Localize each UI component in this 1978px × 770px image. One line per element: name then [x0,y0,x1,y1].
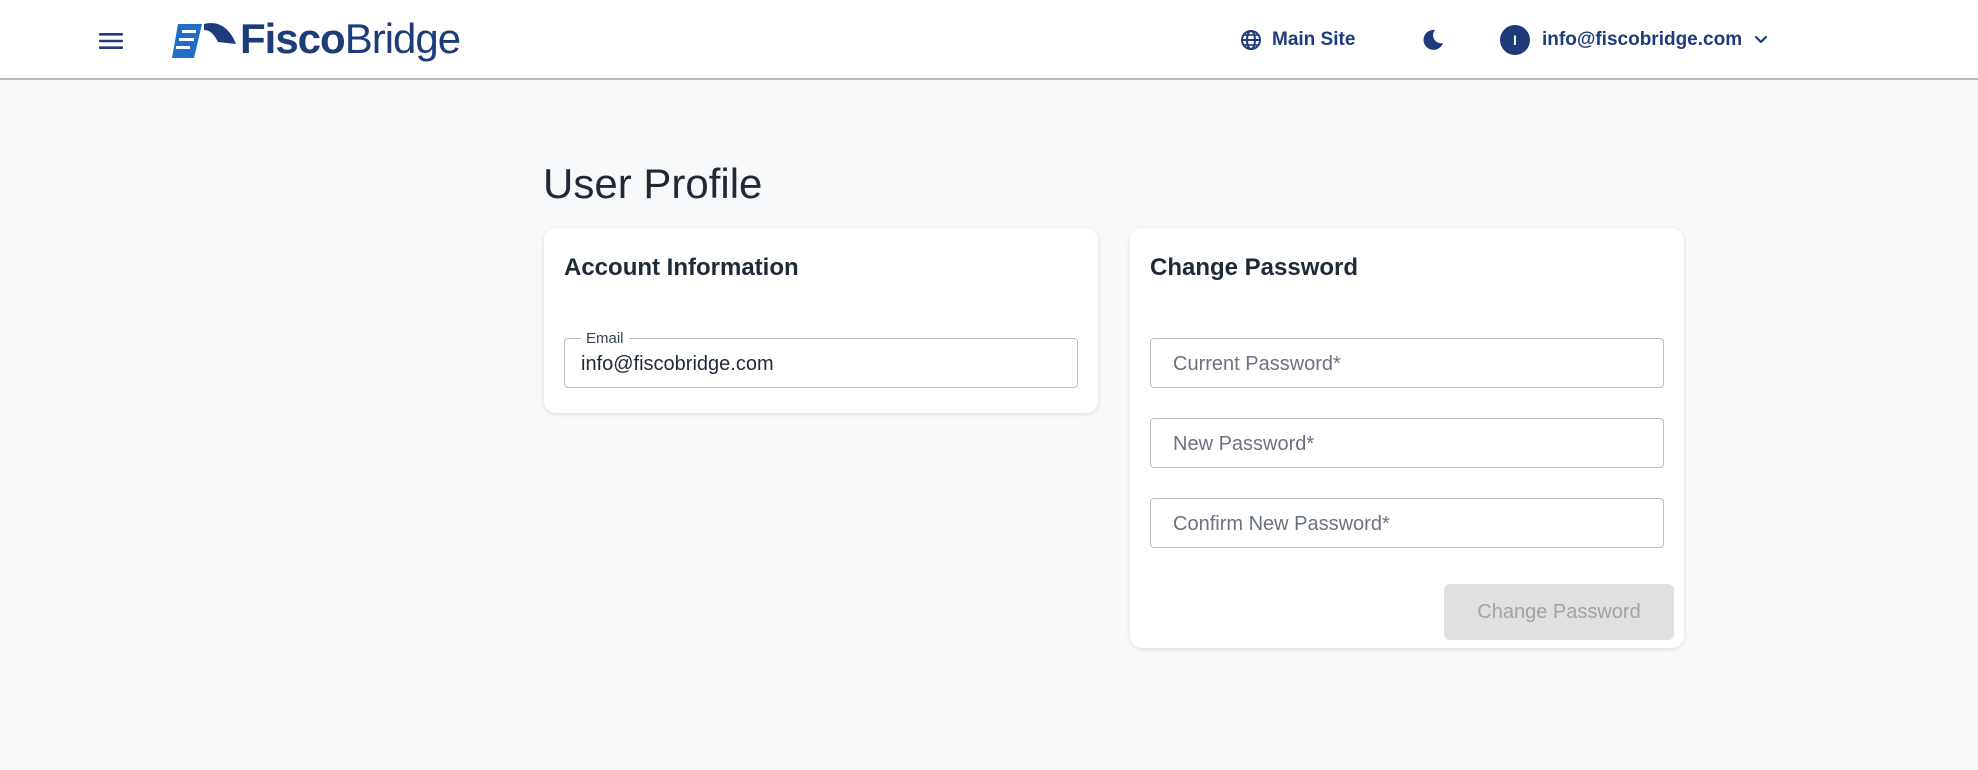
main-site-link[interactable]: Main Site [1240,22,1355,58]
logo-text-bold: Fisco [240,15,346,62]
user-menu[interactable]: I info@fiscobridge.com [1500,22,1768,58]
user-email: info@fiscobridge.com [1542,29,1743,50]
email-label: Email [581,330,629,347]
change-password-card: Change Password Change Password [1130,228,1684,648]
logo-text: FiscoBridge [240,15,461,62]
bridge-logo-icon [172,22,236,58]
top-navbar: FiscoBridge Main Site I info@fiscobridge… [0,0,1978,80]
account-information-card: Account Information Email [544,228,1098,413]
confirm-password-field [1150,498,1664,548]
new-password-field [1150,418,1664,468]
email-input[interactable] [581,351,1061,377]
current-password-field [1150,338,1664,388]
logo-text-light: Bridge [344,15,461,62]
new-password-input[interactable] [1173,431,1653,457]
account-information-title: Account Information [564,254,799,281]
globe-icon [1241,30,1261,50]
email-field: Email [564,330,1078,388]
menu-icon [99,33,123,49]
moon-icon [1423,29,1443,50]
confirm-password-input[interactable] [1173,511,1653,537]
chevron-down-icon [1754,35,1768,44]
page-title: User Profile [543,160,763,207]
fiscobridge-logo[interactable]: FiscoBridge [170,14,461,64]
avatar: I [1500,25,1530,55]
menu-button[interactable] [92,22,130,60]
theme-toggle-button[interactable] [1415,22,1451,58]
change-password-title: Change Password [1150,254,1359,281]
change-password-button[interactable]: Change Password [1444,584,1674,640]
main-site-label: Main Site [1272,29,1356,50]
current-password-input[interactable] [1173,351,1653,377]
